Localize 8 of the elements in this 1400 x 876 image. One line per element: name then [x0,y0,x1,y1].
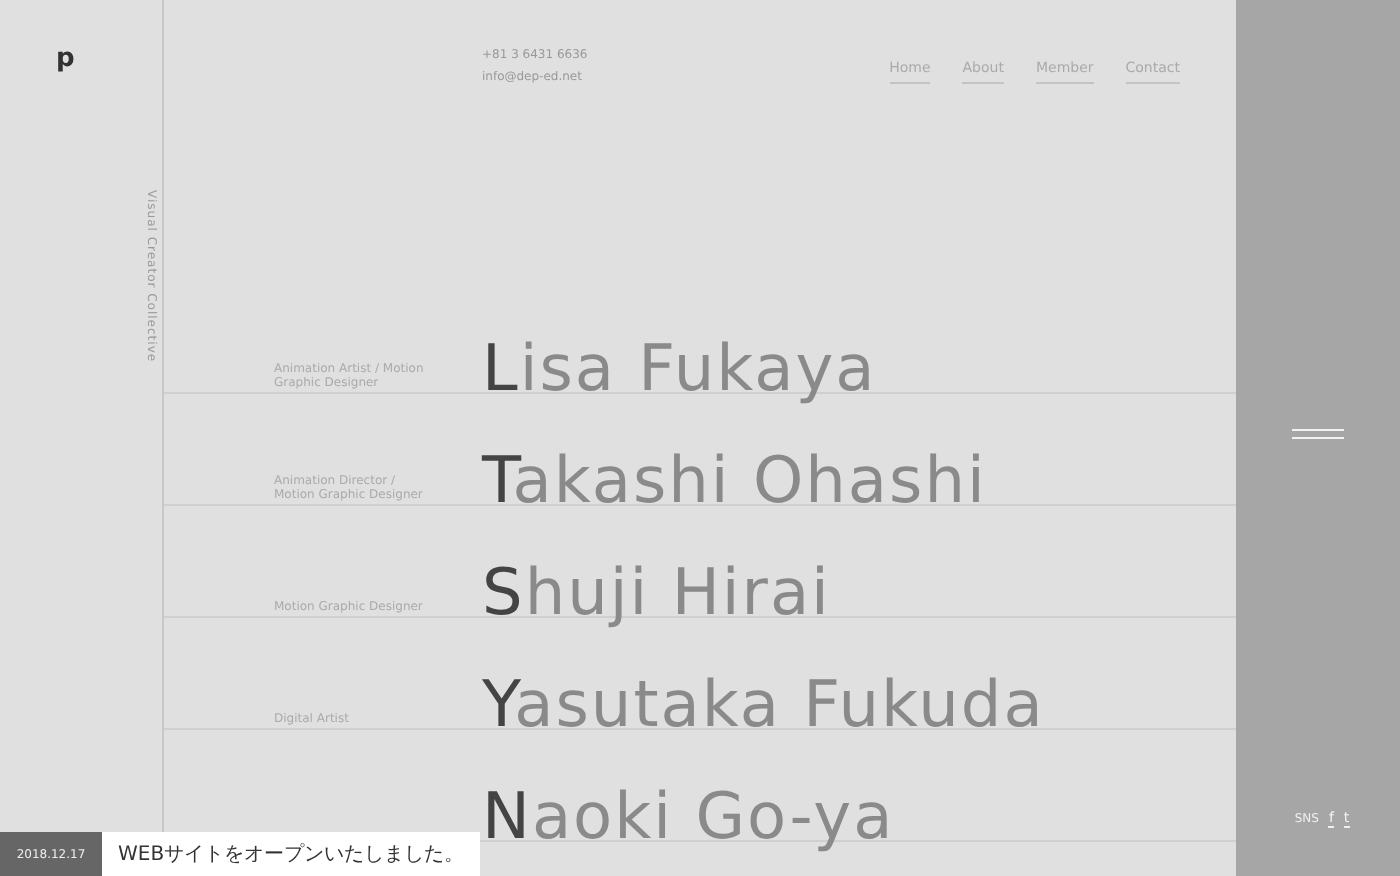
member-name[interactable]: Lisa Fukaya [482,336,877,400]
member-name[interactable]: Naoki Go-ya [482,784,895,848]
notice-text[interactable]: WEBサイトをオープンいたしました。 [102,832,481,876]
member-name[interactable]: Takashi Ohashi [482,448,987,512]
member-name[interactable]: Yasutaka Fukuda [482,672,1045,736]
member-name[interactable]: Shuji Hirai [482,560,831,624]
menu-icon[interactable] [1292,428,1344,440]
logo[interactable]: p [56,44,75,74]
